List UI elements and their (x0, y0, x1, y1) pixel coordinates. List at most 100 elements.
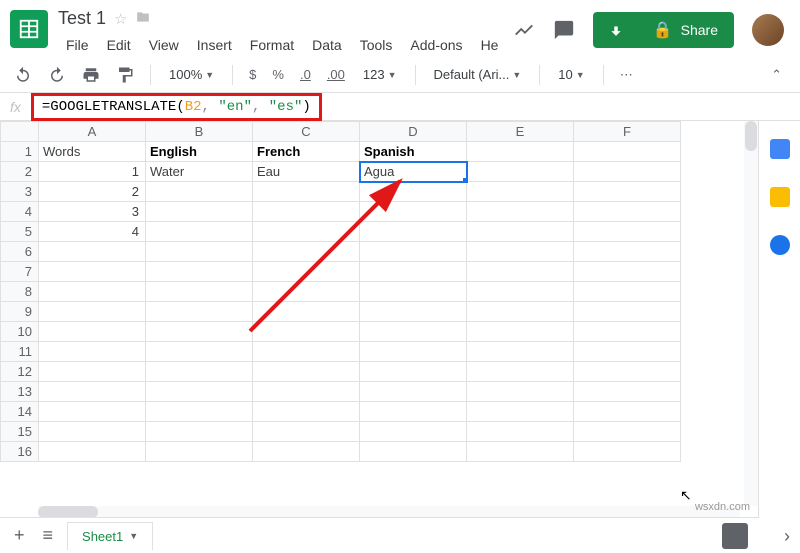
col-header[interactable]: D (360, 122, 467, 142)
row-header[interactable]: 15 (1, 422, 39, 442)
cell[interactable] (574, 282, 681, 302)
cell[interactable] (253, 222, 360, 242)
cell[interactable] (39, 422, 146, 442)
row-header[interactable]: 10 (1, 322, 39, 342)
cell[interactable] (146, 282, 253, 302)
cell[interactable] (360, 382, 467, 402)
number-format-dropdown[interactable]: 123▼ (357, 63, 403, 86)
cell[interactable] (253, 342, 360, 362)
cell[interactable] (574, 362, 681, 382)
cell[interactable] (146, 382, 253, 402)
cell[interactable] (360, 422, 467, 442)
cell[interactable] (253, 422, 360, 442)
menu-help[interactable]: He (473, 33, 507, 57)
cell[interactable] (360, 182, 467, 202)
keep-icon[interactable] (770, 187, 790, 207)
cell[interactable] (253, 362, 360, 382)
cell[interactable]: 2 (39, 182, 146, 202)
cell[interactable] (467, 162, 574, 182)
cell[interactable]: Spanish (360, 142, 467, 162)
paint-format-icon[interactable] (112, 62, 138, 88)
cell[interactable] (467, 202, 574, 222)
currency-icon[interactable]: $ (245, 63, 260, 86)
row-header[interactable]: 12 (1, 362, 39, 382)
cell[interactable] (467, 362, 574, 382)
menu-file[interactable]: File (58, 33, 97, 57)
cell[interactable] (253, 242, 360, 262)
cell[interactable] (467, 402, 574, 422)
row-header[interactable]: 6 (1, 242, 39, 262)
cell[interactable] (39, 302, 146, 322)
cell[interactable] (574, 442, 681, 462)
cell[interactable] (253, 282, 360, 302)
cell[interactable] (467, 142, 574, 162)
row-header[interactable]: 3 (1, 182, 39, 202)
cell[interactable] (360, 222, 467, 242)
cell[interactable] (146, 442, 253, 462)
cell[interactable] (574, 322, 681, 342)
cell[interactable] (39, 322, 146, 342)
decrease-decimal-icon[interactable]: .0 (296, 63, 315, 86)
cell[interactable]: Water (146, 162, 253, 182)
menu-format[interactable]: Format (242, 33, 302, 57)
cell[interactable] (574, 182, 681, 202)
cell[interactable] (253, 442, 360, 462)
cell[interactable] (574, 142, 681, 162)
cell[interactable] (146, 342, 253, 362)
cell[interactable] (146, 402, 253, 422)
menu-edit[interactable]: Edit (99, 33, 139, 57)
cell[interactable] (467, 382, 574, 402)
cell[interactable] (574, 202, 681, 222)
move-folder-icon[interactable] (135, 10, 151, 28)
cell[interactable] (360, 202, 467, 222)
cell[interactable] (360, 402, 467, 422)
row-header[interactable]: 16 (1, 442, 39, 462)
add-sheet-button[interactable]: + (10, 521, 29, 550)
cell[interactable] (467, 342, 574, 362)
collapse-toolbar-icon[interactable]: ⌃ (763, 63, 790, 87)
col-header[interactable]: B (146, 122, 253, 142)
row-header[interactable]: 8 (1, 282, 39, 302)
vertical-scrollbar[interactable] (744, 121, 758, 506)
cell[interactable] (146, 182, 253, 202)
cell[interactable] (39, 282, 146, 302)
cell[interactable] (360, 362, 467, 382)
cell[interactable] (360, 342, 467, 362)
menu-view[interactable]: View (141, 33, 187, 57)
cell[interactable] (39, 402, 146, 422)
explore-button[interactable] (722, 523, 748, 549)
row-header[interactable]: 2 (1, 162, 39, 182)
cell[interactable]: 1 (39, 162, 146, 182)
cell[interactable] (467, 322, 574, 342)
all-sheets-button[interactable]: ≡ (39, 521, 58, 550)
cell[interactable] (467, 442, 574, 462)
cell[interactable]: Words (39, 142, 146, 162)
menu-addons[interactable]: Add-ons (402, 33, 470, 57)
row-header[interactable]: 5 (1, 222, 39, 242)
cell[interactable] (574, 242, 681, 262)
row-header[interactable]: 9 (1, 302, 39, 322)
cell[interactable] (146, 422, 253, 442)
document-title[interactable]: Test 1 (58, 8, 106, 29)
cell[interactable] (360, 322, 467, 342)
calendar-icon[interactable] (770, 139, 790, 159)
col-header[interactable]: F (574, 122, 681, 142)
cell[interactable] (360, 242, 467, 262)
col-header[interactable]: E (467, 122, 574, 142)
cell-selected[interactable]: Agua (360, 162, 467, 182)
row-header[interactable]: 11 (1, 342, 39, 362)
cell[interactable] (360, 262, 467, 282)
cell[interactable]: French (253, 142, 360, 162)
redo-icon[interactable] (44, 62, 70, 88)
expand-sidepanel-icon[interactable]: › (784, 526, 790, 547)
cell[interactable] (253, 322, 360, 342)
cell[interactable]: Eau (253, 162, 360, 182)
cell[interactable] (253, 402, 360, 422)
cell[interactable] (146, 362, 253, 382)
cell[interactable] (574, 222, 681, 242)
col-header[interactable]: C (253, 122, 360, 142)
font-dropdown[interactable]: Default (Ari...▼ (428, 63, 528, 86)
undo-icon[interactable] (10, 62, 36, 88)
tasks-icon[interactable] (770, 235, 790, 255)
cell[interactable] (146, 322, 253, 342)
